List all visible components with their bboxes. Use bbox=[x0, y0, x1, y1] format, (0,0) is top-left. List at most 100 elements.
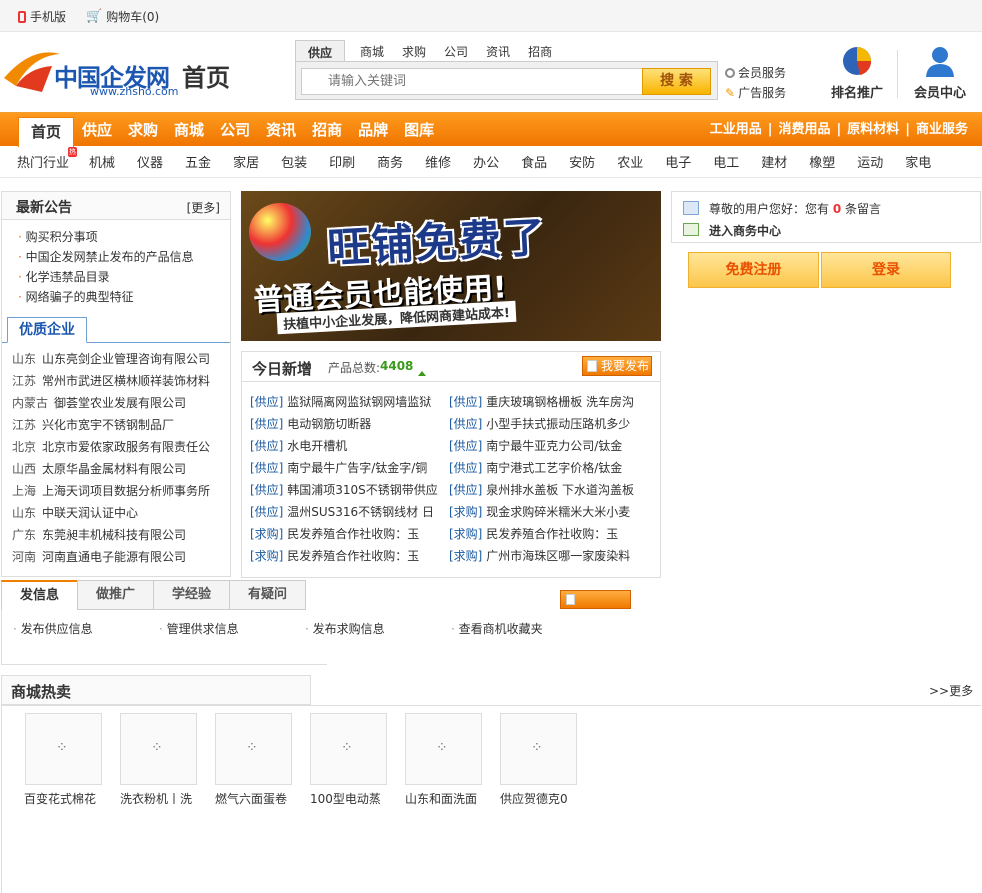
product-card[interactable]: ⁘ 供应贺德克0 bbox=[500, 713, 590, 807]
view-favorites-link[interactable]: 查看商机收藏夹 bbox=[451, 620, 597, 637]
ad-service-link[interactable]: ✎ 广告服务 bbox=[725, 84, 786, 101]
list-item[interactable]: [供应] 小型手扶式振动压路机多少 bbox=[449, 413, 653, 435]
cat-item[interactable]: 农业 bbox=[617, 152, 643, 171]
list-item[interactable]: 上海 上海天词项目数据分析师事务所 bbox=[12, 480, 230, 502]
nav-company[interactable]: 公司 bbox=[212, 113, 258, 147]
nav-consumer[interactable]: 消费用品 bbox=[778, 113, 830, 147]
publish-button[interactable]: 我要发布 bbox=[582, 356, 652, 376]
nav-news[interactable]: 资讯 bbox=[258, 113, 304, 147]
search-tab-buy[interactable]: 求购 bbox=[393, 40, 435, 62]
cat-item[interactable]: 安防 bbox=[569, 152, 595, 171]
mobile-link[interactable]: 手机版 bbox=[18, 8, 66, 25]
orange-action-button[interactable] bbox=[560, 590, 631, 609]
cat-item[interactable]: 仪器 bbox=[137, 152, 163, 171]
cat-item[interactable]: 家电 bbox=[905, 152, 931, 171]
cat-item[interactable]: 印刷 bbox=[329, 152, 355, 171]
list-item[interactable]: [求购] 民发养殖合作社收购：玉 bbox=[250, 545, 446, 567]
member-service-link[interactable]: 会员服务 bbox=[725, 64, 786, 81]
cart-link[interactable]: 🛒 购物车(0) bbox=[86, 8, 159, 25]
list-item[interactable]: 北京 北京市爱侬家政服务有限责任公 bbox=[12, 436, 230, 458]
site-logo[interactable]: 中国企发网 首页 www.zhsho.com bbox=[2, 44, 242, 100]
nav-brand[interactable]: 品牌 bbox=[350, 113, 396, 147]
list-item[interactable]: [供应] 南宁最牛广告字/钛金字/铜 bbox=[250, 457, 446, 479]
list-item[interactable]: 山东 山东亮剑企业管理咨询有限公司 bbox=[12, 348, 230, 370]
cat-item[interactable]: 五金 bbox=[185, 152, 211, 171]
cat-item[interactable]: 办公 bbox=[473, 152, 499, 171]
nav-material[interactable]: 原料材料 bbox=[847, 113, 899, 147]
list-item[interactable]: [供应] 南宁港式工艺字价格/钛金 bbox=[449, 457, 653, 479]
nav-home[interactable]: 首页 bbox=[18, 117, 75, 147]
list-item[interactable]: 江苏 兴化市宽宇不锈钢制品厂 bbox=[12, 414, 230, 436]
nav-invest[interactable]: 招商 bbox=[304, 113, 350, 147]
list-item[interactable]: 购买积分事项 bbox=[18, 227, 230, 247]
list-item[interactable]: 内蒙古 御荟堂农业发展有限公司 bbox=[12, 392, 230, 414]
cat-item[interactable]: 包装 bbox=[281, 152, 307, 171]
search-tab-invest[interactable]: 招商 bbox=[519, 40, 561, 62]
product-card[interactable]: ⁘ 洗衣粉机丨洗 bbox=[120, 713, 210, 807]
cat-item[interactable]: 机械 bbox=[89, 152, 115, 171]
register-button[interactable]: 免费注册 bbox=[688, 252, 819, 288]
nav-supply[interactable]: 供应 bbox=[74, 113, 120, 147]
login-button[interactable]: 登录 bbox=[821, 252, 951, 288]
post-buy-link[interactable]: 发布求购信息 bbox=[305, 620, 451, 637]
search-tab-news[interactable]: 资讯 bbox=[477, 40, 519, 62]
cat-item[interactable]: 电子 bbox=[665, 152, 691, 171]
cat-item[interactable]: 维修 bbox=[425, 152, 451, 171]
cat-item[interactable]: 家居 bbox=[233, 152, 259, 171]
list-item[interactable]: 山西 太原华晶金属材料有限公司 bbox=[12, 458, 230, 480]
search-tab-supply[interactable]: 供应 bbox=[295, 40, 346, 62]
list-item[interactable]: 化学违禁品目录 bbox=[18, 267, 230, 287]
promo-banner[interactable]: 旺铺免费了 普通会员也能使用! 扶植中小企业发展，降低网商建站成本! bbox=[241, 191, 661, 341]
list-item[interactable]: [求购] 民发养殖合作社收购：玉 bbox=[449, 523, 653, 545]
up-arrow-icon bbox=[418, 371, 426, 376]
search-button[interactable]: 搜 索 bbox=[642, 68, 711, 95]
member-center-link[interactable]: 会员中心 bbox=[910, 44, 970, 101]
nav-industrial[interactable]: 工业用品 bbox=[710, 113, 762, 147]
nav-mall[interactable]: 商城 bbox=[166, 113, 212, 147]
cat-item[interactable]: 电工 bbox=[713, 152, 739, 171]
tab-promote[interactable]: 做推广 bbox=[77, 580, 154, 610]
search-tab-mall[interactable]: 商城 bbox=[351, 40, 393, 62]
search-input[interactable] bbox=[301, 68, 644, 95]
nav-gallery[interactable]: 图库 bbox=[396, 113, 442, 147]
list-item[interactable]: [供应] 电动钢筋切断器 bbox=[250, 413, 446, 435]
nav-buy[interactable]: 求购 bbox=[120, 113, 166, 147]
cat-item[interactable]: 建材 bbox=[761, 152, 787, 171]
list-item[interactable]: 广东 东莞昶丰机械科技有限公司 bbox=[12, 524, 230, 546]
enter-business-center[interactable]: 进入商务中心 bbox=[709, 222, 781, 239]
cat-item[interactable]: 商务 bbox=[377, 152, 403, 171]
list-item[interactable]: 山东 中联天润认证中心 bbox=[12, 502, 230, 524]
list-item[interactable]: 中国企发网禁止发布的产品信息 bbox=[18, 247, 230, 267]
list-item[interactable]: 河南 河南直通电子能源有限公司 bbox=[12, 546, 230, 568]
tab-learn[interactable]: 学经验 bbox=[153, 580, 230, 610]
list-item[interactable]: [供应] 南宁最牛亚克力公司/钛金 bbox=[449, 435, 653, 457]
product-card[interactable]: ⁘ 百变花式棉花 bbox=[24, 713, 115, 807]
product-card[interactable]: ⁘ 燃气六面蛋卷 bbox=[215, 713, 305, 807]
list-item[interactable]: 江苏 常州市武进区横林顺祥装饰材料 bbox=[12, 370, 230, 392]
list-item[interactable]: [供应] 温州SUS316不锈钢线材 日 bbox=[250, 501, 446, 523]
cat-item[interactable]: 食品 bbox=[521, 152, 547, 171]
list-item[interactable]: 网络骗子的典型特征 bbox=[18, 287, 230, 307]
phone-icon bbox=[18, 10, 26, 23]
list-item[interactable]: [供应] 重庆玻璃钢格栅板 洗车房沟 bbox=[449, 391, 653, 413]
tab-post-info[interactable]: 发信息 bbox=[1, 580, 78, 610]
post-supply-link[interactable]: 发布供应信息 bbox=[13, 620, 159, 637]
tab-question[interactable]: 有疑问 bbox=[229, 580, 306, 610]
list-item[interactable]: [求购] 广州市海珠区哪一家废染料 bbox=[449, 545, 653, 567]
product-card[interactable]: ⁘ 100型电动蒸 bbox=[310, 713, 400, 807]
list-item[interactable]: [求购] 民发养殖合作社收购：玉 bbox=[250, 523, 446, 545]
cat-item[interactable]: 橡塑 bbox=[809, 152, 835, 171]
search-tab-company[interactable]: 公司 bbox=[435, 40, 477, 62]
list-item[interactable]: [供应] 水电开槽机 bbox=[250, 435, 446, 457]
notice-more-link[interactable]: [更多] bbox=[187, 199, 220, 216]
nav-business[interactable]: 商业服务 bbox=[916, 113, 968, 147]
cat-item[interactable]: 运动 bbox=[857, 152, 883, 171]
list-item[interactable]: [供应] 监狱隔离网监狱钢网墙监狱 bbox=[250, 391, 446, 413]
mall-more-link[interactable]: >>更多 bbox=[929, 682, 973, 699]
product-card[interactable]: ⁘ 山东和面洗面 bbox=[405, 713, 495, 807]
rank-promo-link[interactable]: 排名推广 bbox=[828, 44, 886, 101]
manage-info-link[interactable]: 管理供求信息 bbox=[159, 620, 305, 637]
list-item[interactable]: [供应] 韩国浦项310S不锈钢带供应 bbox=[250, 479, 446, 501]
list-item[interactable]: [求购] 现金求购碎米糯米大米小麦 bbox=[449, 501, 653, 523]
list-item[interactable]: [供应] 泉州排水盖板 下水道沟盖板 bbox=[449, 479, 653, 501]
